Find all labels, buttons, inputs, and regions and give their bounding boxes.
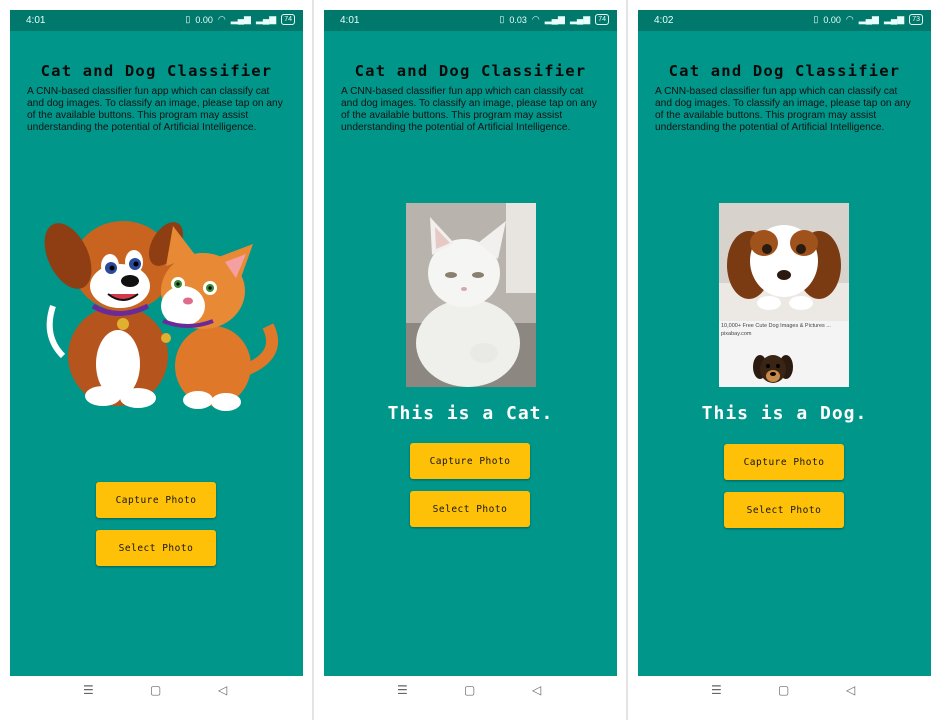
net-speed: 0.00	[823, 14, 841, 25]
home-icon[interactable]: ▢	[464, 683, 475, 697]
nav-bar: ☰ ▢ ◁	[324, 677, 617, 707]
cat-dog-illustration	[44, 221, 278, 411]
status-bar: 4:02 ▯ 0.00 ◠ ▂▄▆ ▂▄▆ 73	[638, 10, 931, 31]
menu-icon[interactable]: ☰	[711, 683, 722, 697]
capture-photo-button[interactable]: Capture Photo	[724, 444, 844, 480]
photo-source: pixabay.com	[721, 331, 752, 337]
dog-photo: 10,000+ Free Cute Dog Images & Pictures …	[719, 203, 849, 387]
vibrate-icon: ▯	[185, 14, 191, 24]
signal-icon: ▂▄▆	[255, 14, 277, 24]
status-time: 4:01	[340, 15, 360, 26]
phone-screen-1: 4:01 ▯ 0.00 ◠ ▂▄▆ ▂▄▆ 74 Cat and Dog Cla…	[10, 10, 303, 676]
vibrate-icon: ▯	[813, 14, 819, 24]
panel-divider	[626, 0, 628, 720]
select-photo-button[interactable]: Select Photo	[410, 491, 530, 527]
wifi-icon: ◠	[531, 14, 540, 24]
status-bar: 4:01 ▯ 0.03 ◠ ▂▄▆ ▂▄▆ 74	[324, 10, 617, 31]
app-title: Cat and Dog Classifier	[40, 62, 273, 80]
signal-icon: ▂▄▆	[569, 14, 591, 24]
vibrate-icon: ▯	[499, 14, 505, 24]
prediction-result: This is a Dog.	[701, 403, 868, 424]
battery-icon: 73	[909, 14, 923, 25]
menu-icon[interactable]: ☰	[397, 683, 408, 697]
dog-thumbnail	[753, 355, 793, 383]
signal-icon: ▂▄▆	[230, 14, 251, 24]
home-icon[interactable]: ▢	[150, 683, 161, 697]
signal-icon: ▂▄▆	[858, 14, 879, 24]
app-description: A CNN-based classifier fun app which can…	[655, 86, 911, 133]
status-time: 4:02	[654, 15, 674, 26]
back-icon[interactable]: ◁	[532, 683, 541, 697]
signal-icon: ▂▄▆	[544, 14, 565, 24]
dog-photo-image	[719, 203, 849, 321]
nav-bar: ☰ ▢ ◁	[638, 677, 931, 707]
wifi-icon: ◠	[217, 14, 226, 24]
select-photo-button[interactable]: Select Photo	[724, 492, 844, 528]
back-icon[interactable]: ◁	[846, 683, 855, 697]
battery-icon: 74	[281, 14, 295, 25]
select-photo-button[interactable]: Select Photo	[96, 530, 216, 566]
app-title: Cat and Dog Classifier	[668, 62, 901, 80]
battery-icon: 74	[595, 14, 609, 25]
panel-divider	[312, 0, 314, 720]
app-description: A CNN-based classifier fun app which can…	[27, 86, 283, 133]
home-icon[interactable]: ▢	[778, 683, 789, 697]
net-speed: 0.00	[195, 14, 213, 25]
phone-screen-3: 4:02 ▯ 0.00 ◠ ▂▄▆ ▂▄▆ 73 Cat and Dog Cla…	[638, 10, 931, 676]
wifi-icon: ◠	[845, 14, 854, 24]
photo-caption: 10,000+ Free Cute Dog Images & Pictures …	[721, 323, 831, 329]
net-speed: 0.03	[509, 14, 527, 25]
menu-icon[interactable]: ☰	[83, 683, 94, 697]
app-title: Cat and Dog Classifier	[354, 62, 587, 80]
prediction-result: This is a Cat.	[387, 403, 554, 424]
status-time: 4:01	[26, 15, 46, 26]
back-icon[interactable]: ◁	[218, 683, 227, 697]
signal-icon: ▂▄▆	[883, 14, 905, 24]
cat-photo	[406, 203, 536, 387]
phone-screen-2: 4:01 ▯ 0.03 ◠ ▂▄▆ ▂▄▆ 74 Cat and Dog Cla…	[324, 10, 617, 676]
status-bar: 4:01 ▯ 0.00 ◠ ▂▄▆ ▂▄▆ 74	[10, 10, 303, 31]
nav-bar: ☰ ▢ ◁	[10, 677, 303, 707]
app-description: A CNN-based classifier fun app which can…	[341, 86, 597, 133]
capture-photo-button[interactable]: Capture Photo	[96, 482, 216, 518]
capture-photo-button[interactable]: Capture Photo	[410, 443, 530, 479]
